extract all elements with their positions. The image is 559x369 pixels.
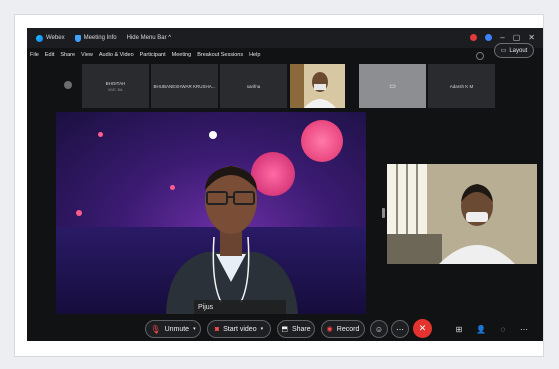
participant-subtitle: VIVE. BA.: [107, 87, 124, 92]
speaker-name-label: Pijus: [194, 300, 286, 314]
app-name: Webex: [46, 35, 65, 41]
menu-participant[interactable]: Participant: [140, 52, 166, 58]
recording-indicator-icon: [470, 34, 478, 41]
leave-meeting-button[interactable]: ✕: [413, 319, 432, 338]
participant-thumbnail[interactable]: sarifna: [220, 64, 287, 108]
panel-collapse-handle[interactable]: [382, 208, 385, 218]
webex-window: Webex Meeting Info Hide Menu Bar ^ – ▢ ✕…: [27, 28, 543, 341]
more-options-button[interactable]: ⋯: [391, 320, 409, 338]
participant-name: BHOITAH: [105, 80, 126, 86]
start-video-label: Start video: [223, 325, 257, 333]
participant-thumbnail[interactable]: BHOITAH VIVE. BA.: [82, 64, 149, 108]
chat-icon[interactable]: ◌: [497, 323, 509, 335]
menu-help[interactable]: Help: [249, 52, 260, 58]
hide-menu-bar-button[interactable]: Hide Menu Bar ^: [127, 35, 172, 41]
menu-edit[interactable]: Edit: [45, 52, 54, 58]
active-speaker-video[interactable]: Pijus: [56, 112, 366, 314]
record-button[interactable]: ◉ Record: [321, 320, 365, 338]
participant-video-thumbnail[interactable]: [290, 64, 345, 108]
participant-name: BHUBANESHWAR KRUSHA...: [153, 83, 216, 89]
participant-name: Adarsh K M: [449, 83, 474, 89]
participant-name: sarifna: [246, 83, 261, 89]
menu-view[interactable]: View: [81, 52, 93, 58]
layout-button[interactable]: ▭ Layout: [494, 43, 534, 58]
more-icon: ⋯: [396, 324, 404, 334]
apps-icon[interactable]: ⊞: [453, 323, 465, 335]
title-bar: Webex Meeting Info Hide Menu Bar ^ – ▢ ✕: [27, 28, 543, 48]
microphone-muted-icon: 🎙: [150, 324, 161, 334]
participant-video-image: [290, 64, 345, 108]
scroll-left-icon[interactable]: [64, 81, 72, 89]
more-panels-icon[interactable]: ⋯: [518, 323, 530, 335]
chevron-down-icon: ▾: [260, 326, 264, 332]
webex-logo-icon: [36, 34, 43, 42]
meeting-info-label: Meeting Info: [83, 35, 117, 41]
start-video-button[interactable]: ◙ Start video ▾: [207, 320, 271, 338]
share-button[interactable]: ⬒ Share: [277, 320, 315, 338]
reactions-button[interactable]: ☺: [370, 320, 388, 338]
hide-menu-label: Hide Menu Bar ^: [126, 35, 172, 41]
layout-label: Layout: [509, 47, 528, 54]
menu-share[interactable]: Share: [60, 52, 75, 58]
share-icon: ⬒: [281, 326, 288, 333]
video-off-icon: ◙: [214, 325, 220, 333]
participant-thumbnail[interactable]: ▭: [359, 64, 426, 108]
menu-file[interactable]: File: [30, 52, 39, 58]
participant-thumbnail[interactable]: BHUBANESHWAR KRUSHA...: [151, 64, 218, 108]
window-controls: – ▢ ✕: [470, 33, 535, 42]
speaker-name: Pijus: [198, 303, 214, 311]
menu-breakout-sessions[interactable]: Breakout Sessions: [197, 52, 243, 58]
unmute-label: Unmute: [164, 325, 190, 333]
minimize-icon[interactable]: –: [500, 33, 504, 42]
participant-strip: BHOITAH VIVE. BA. BHUBANESHWAR KRUSHA...…: [27, 64, 543, 108]
menu-bar: File Edit Share View Audio & Video Parti…: [27, 48, 543, 62]
close-icon: ✕: [418, 323, 427, 333]
layout-icon: ▭: [500, 48, 507, 54]
menu-meeting[interactable]: Meeting: [172, 52, 192, 58]
participant-thumbnail[interactable]: Adarsh K M: [428, 64, 495, 108]
participants-icon[interactable]: 👤: [475, 323, 487, 335]
scroll-right-icon[interactable]: [476, 52, 484, 60]
share-label: Share: [291, 325, 311, 333]
participant-avatar-icon: ▭: [389, 83, 396, 90]
participant-video-image: [387, 164, 537, 264]
record-icon: ◉: [326, 326, 333, 333]
record-label: Record: [336, 325, 360, 333]
menu-audio-video[interactable]: Audio & Video: [99, 52, 134, 58]
close-icon[interactable]: ✕: [528, 33, 535, 42]
smiley-icon: ☺: [374, 324, 384, 334]
app-logo: Webex: [36, 34, 65, 42]
maximize-icon[interactable]: ▢: [513, 33, 521, 42]
status-icon: [485, 34, 493, 41]
shield-icon: [74, 34, 81, 42]
unmute-button[interactable]: 🎙 Unmute ▾: [145, 320, 201, 338]
chevron-down-icon: ▾: [193, 326, 196, 332]
speaker-figure: [166, 166, 298, 314]
meeting-info-button[interactable]: Meeting Info: [74, 34, 117, 42]
participant-video[interactable]: [387, 164, 537, 264]
